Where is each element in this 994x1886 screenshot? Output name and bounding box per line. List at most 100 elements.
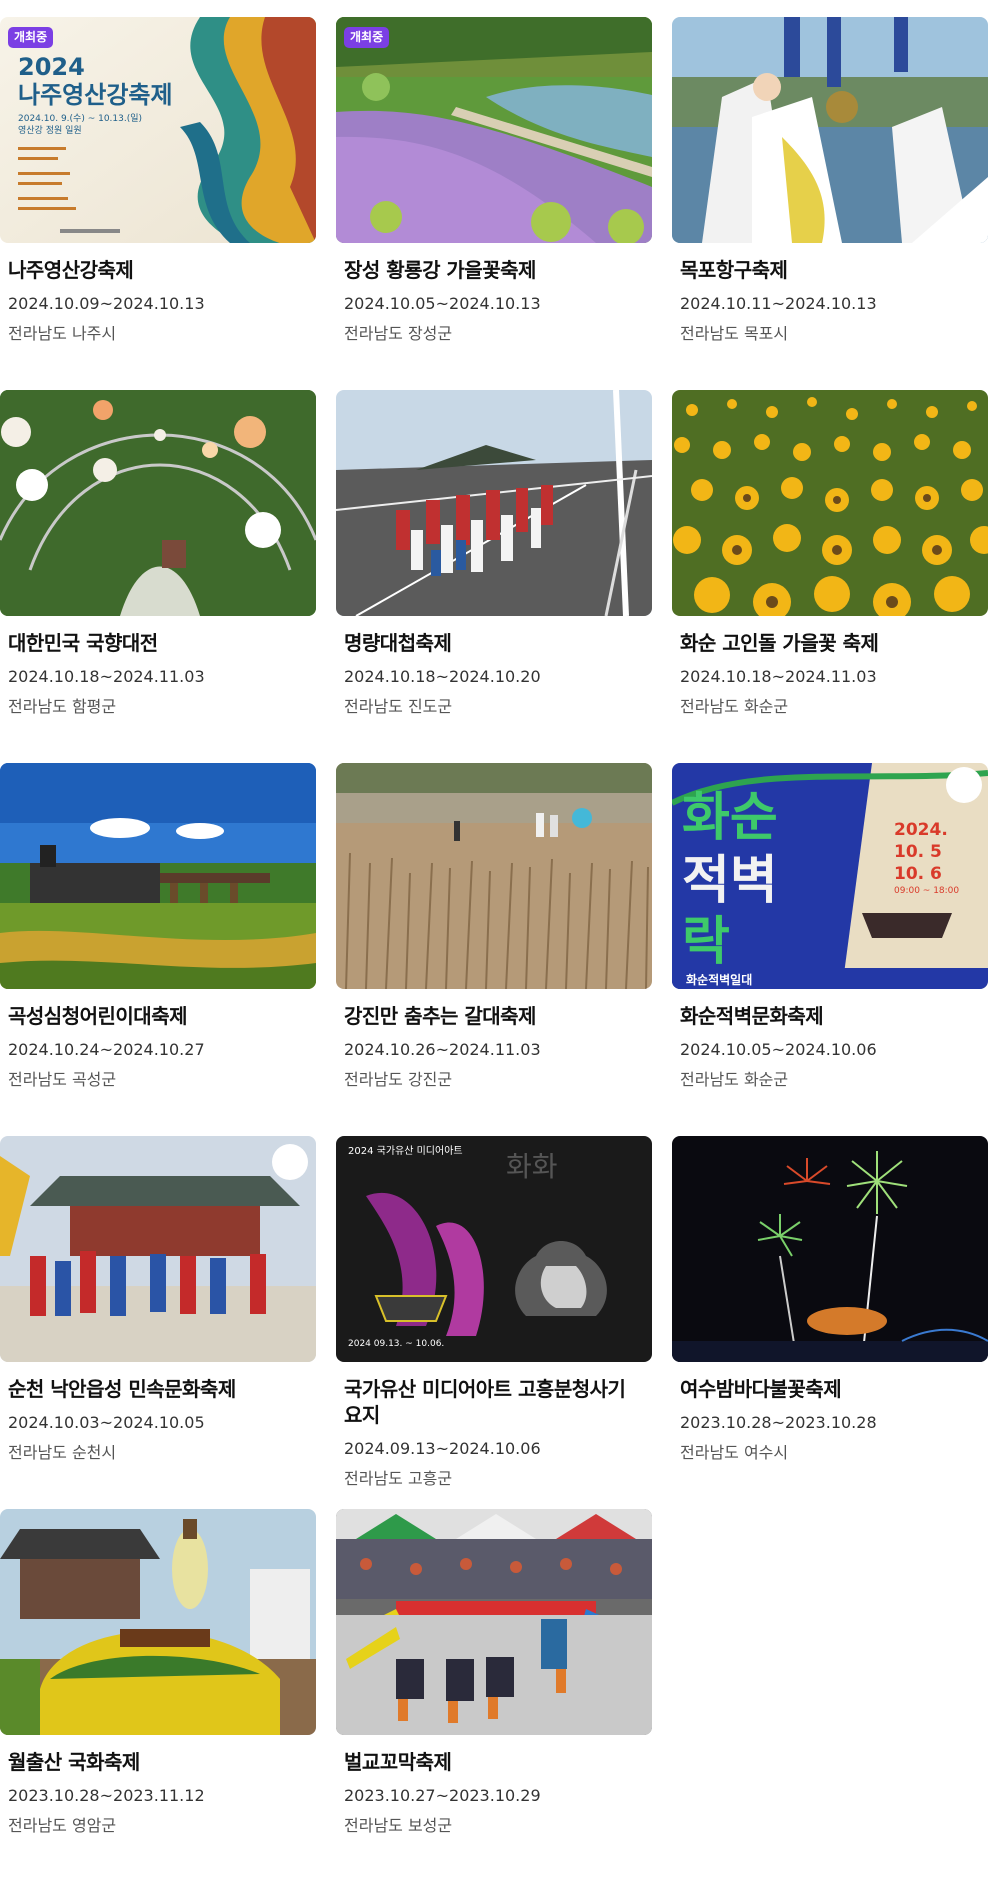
festival-card[interactable]: 명량대첩축제 2024.10.18~2024.10.20 전라남도 진도군 <box>336 390 652 717</box>
fireworks-image <box>672 1136 988 1362</box>
festival-image[interactable]: 2024 나주영산강축제 2024.10. 9.(수) ~ 10.13.(일) … <box>0 17 316 243</box>
festival-date: 2024.10.11~2024.10.13 <box>680 294 877 313</box>
festival-date: 2024.10.24~2024.10.27 <box>8 1040 205 1059</box>
festival-date: 2024.09.13~2024.10.06 <box>344 1439 541 1458</box>
poster-big-text-1: 화순 <box>682 788 778 848</box>
festival-image[interactable] <box>336 1509 652 1735</box>
poster-dates: 2024.10. 9.(수) ~ 10.13.(일) <box>18 113 142 124</box>
festival-card[interactable]: 개최중 장성 황룡강 가을꽃축제 2024.10.05~2024.10.13 전… <box>336 17 652 344</box>
steam-train-image <box>0 763 316 989</box>
hwasun-poster-image: 화순 적벽 락 2024. 10. 5 10. 6 09:00 ~ 18:00 … <box>672 763 988 989</box>
festival-image[interactable] <box>0 1509 316 1735</box>
festival-title[interactable]: 벌교꼬막축제 <box>336 1749 652 1775</box>
poster-title: 나주영산강축제 <box>18 81 173 109</box>
festival-card[interactable]: 벌교꼬막축제 2023.10.27~2023.10.29 전라남도 보성군 <box>336 1509 652 1836</box>
festival-image[interactable] <box>336 763 652 989</box>
festival-region: 전라남도 고흥군 <box>344 1469 453 1488</box>
poster-big-text-3: 락 <box>682 912 730 972</box>
chrysanthemum-image <box>0 1509 316 1735</box>
festival-date: 2024.10.26~2024.11.03 <box>344 1040 541 1059</box>
festival-image[interactable] <box>672 1136 988 1362</box>
festival-card[interactable]: 월출산 국화축제 2023.10.28~2023.11.12 전라남도 영암군 <box>0 1509 316 1836</box>
poster-date: 2024 09.13. ~ 10.06. <box>348 1339 444 1349</box>
festival-region: 전라남도 순천시 <box>8 1443 117 1462</box>
mudflat-game-image <box>336 1509 652 1735</box>
poster-day2: 10. 6 <box>894 864 942 884</box>
festival-date: 2024.10.05~2024.10.06 <box>680 1040 877 1059</box>
festival-title[interactable]: 목포항구축제 <box>672 257 988 283</box>
festival-title[interactable]: 나주영산강축제 <box>0 257 316 283</box>
festival-region: 전라남도 곡성군 <box>8 1070 117 1089</box>
festival-card[interactable]: 2024 국가유산 미디어아트 화화 2024 09.13. ~ 10.06. … <box>336 1136 652 1489</box>
festival-card[interactable]: 순천 낙안읍성 민속문화축제 2024.10.03~2024.10.05 전라남… <box>0 1136 316 1463</box>
festival-title[interactable]: 화순적벽문화축제 <box>672 1003 988 1029</box>
festival-date: 2024.10.09~2024.10.13 <box>8 294 205 313</box>
poster-big-text-2: 적벽 <box>682 851 778 911</box>
festival-region: 전라남도 강진군 <box>344 1070 453 1089</box>
status-badge: 개최중 <box>344 27 390 48</box>
festival-title[interactable]: 명량대첩축제 <box>336 630 652 656</box>
poster-year: 2024 <box>18 53 85 81</box>
nju-poster-image: 2024 나주영산강축제 2024.10. 9.(수) ~ 10.13.(일) … <box>0 17 316 243</box>
poster-year: 2024. <box>894 820 948 840</box>
bridge-parade-image <box>336 390 652 616</box>
festival-title[interactable]: 장성 황룡강 가을꽃축제 <box>336 257 652 283</box>
poster-big-text: 화화 <box>506 1150 558 1183</box>
festival-title[interactable]: 강진만 춤추는 갈대축제 <box>336 1003 652 1029</box>
festival-card[interactable]: 대한민국 국향대전 2024.10.18~2024.11.03 전라남도 함평군 <box>0 390 316 717</box>
festival-region: 전라남도 나주시 <box>8 324 117 343</box>
festival-region: 전라남도 영암군 <box>8 1816 117 1835</box>
festival-title[interactable]: 여수밤바다불꽃축제 <box>672 1376 988 1402</box>
festival-image[interactable]: 화순 적벽 락 2024. 10. 5 10. 6 09:00 ~ 18:00 … <box>672 763 988 989</box>
festival-region: 전라남도 함평군 <box>8 697 117 716</box>
poster-time: 09:00 ~ 18:00 <box>894 886 959 896</box>
festival-region: 전라남도 목포시 <box>680 324 789 343</box>
festival-region: 전라남도 여수시 <box>680 1443 789 1462</box>
poster-venue: 화순적벽일대 <box>686 972 752 987</box>
festival-card[interactable]: 여수밤바다불꽃축제 2023.10.28~2023.10.28 전라남도 여수시 <box>672 1136 988 1463</box>
festival-image[interactable]: 개최중 <box>336 17 652 243</box>
flower-river-image <box>336 17 652 243</box>
status-badge: 개최중 <box>8 27 54 48</box>
festival-title[interactable]: 순천 낙안읍성 민속문화축제 <box>0 1376 316 1402</box>
festival-region: 전라남도 진도군 <box>344 697 453 716</box>
festival-date: 2024.10.05~2024.10.13 <box>344 294 541 313</box>
festival-region: 전라남도 장성군 <box>344 324 453 343</box>
festival-title[interactable]: 월출산 국화축제 <box>0 1749 316 1775</box>
festival-title[interactable]: 대한민국 국향대전 <box>0 630 316 656</box>
festival-card[interactable]: 곡성심청어린이대축제 2024.10.24~2024.10.27 전라남도 곡성… <box>0 763 316 1090</box>
festival-card[interactable]: 목포항구축제 2024.10.11~2024.10.13 전라남도 목포시 <box>672 17 988 344</box>
festival-image[interactable] <box>672 390 988 616</box>
festival-image[interactable] <box>336 390 652 616</box>
festival-card[interactable]: 2024 나주영산강축제 2024.10. 9.(수) ~ 10.13.(일) … <box>0 17 316 344</box>
festival-image[interactable] <box>672 17 988 243</box>
media-art-poster-image: 2024 국가유산 미디어아트 화화 2024 09.13. ~ 10.06. <box>336 1136 652 1362</box>
festival-region: 전라남도 보성군 <box>344 1816 453 1835</box>
festival-image[interactable] <box>0 390 316 616</box>
festival-date: 2024.10.18~2024.10.20 <box>344 667 541 686</box>
festival-date: 2023.10.28~2023.10.28 <box>680 1413 877 1432</box>
festival-card[interactable]: 화순 고인돌 가을꽃 축제 2024.10.18~2024.11.03 전라남도… <box>672 390 988 717</box>
folk-procession-image <box>0 1136 316 1362</box>
performers-image <box>672 17 988 243</box>
festival-card[interactable]: 강진만 춤추는 갈대축제 2024.10.26~2024.11.03 전라남도 … <box>336 763 652 1090</box>
festival-title[interactable]: 곡성심청어린이대축제 <box>0 1003 316 1029</box>
festival-date: 2024.10.18~2024.11.03 <box>680 667 877 686</box>
poster-venue: 영산강 정원 일원 <box>18 125 82 136</box>
lantern-tunnel-image <box>0 390 316 616</box>
reed-field-image <box>336 763 652 989</box>
sunflower-field-image <box>672 390 988 616</box>
festival-region: 전라남도 화순군 <box>680 1070 789 1089</box>
festival-date: 2024.10.03~2024.10.05 <box>8 1413 205 1432</box>
poster-day1: 10. 5 <box>894 842 942 862</box>
festival-title[interactable]: 국가유산 미디어아트 고흥분청사기 요지 <box>336 1376 652 1428</box>
festival-image[interactable] <box>0 1136 316 1362</box>
poster-header: 2024 국가유산 미디어아트 <box>348 1145 463 1157</box>
festival-image[interactable]: 2024 국가유산 미디어아트 화화 2024 09.13. ~ 10.06. <box>336 1136 652 1362</box>
festival-image[interactable] <box>0 763 316 989</box>
festival-title[interactable]: 화순 고인돌 가을꽃 축제 <box>672 630 988 656</box>
festival-date: 2024.10.18~2024.11.03 <box>8 667 205 686</box>
festival-date: 2023.10.27~2023.10.29 <box>344 1786 541 1805</box>
festival-grid: 2024 나주영산강축제 2024.10. 9.(수) ~ 10.13.(일) … <box>0 0 994 1886</box>
festival-card[interactable]: 화순 적벽 락 2024. 10. 5 10. 6 09:00 ~ 18:00 … <box>672 763 988 1090</box>
